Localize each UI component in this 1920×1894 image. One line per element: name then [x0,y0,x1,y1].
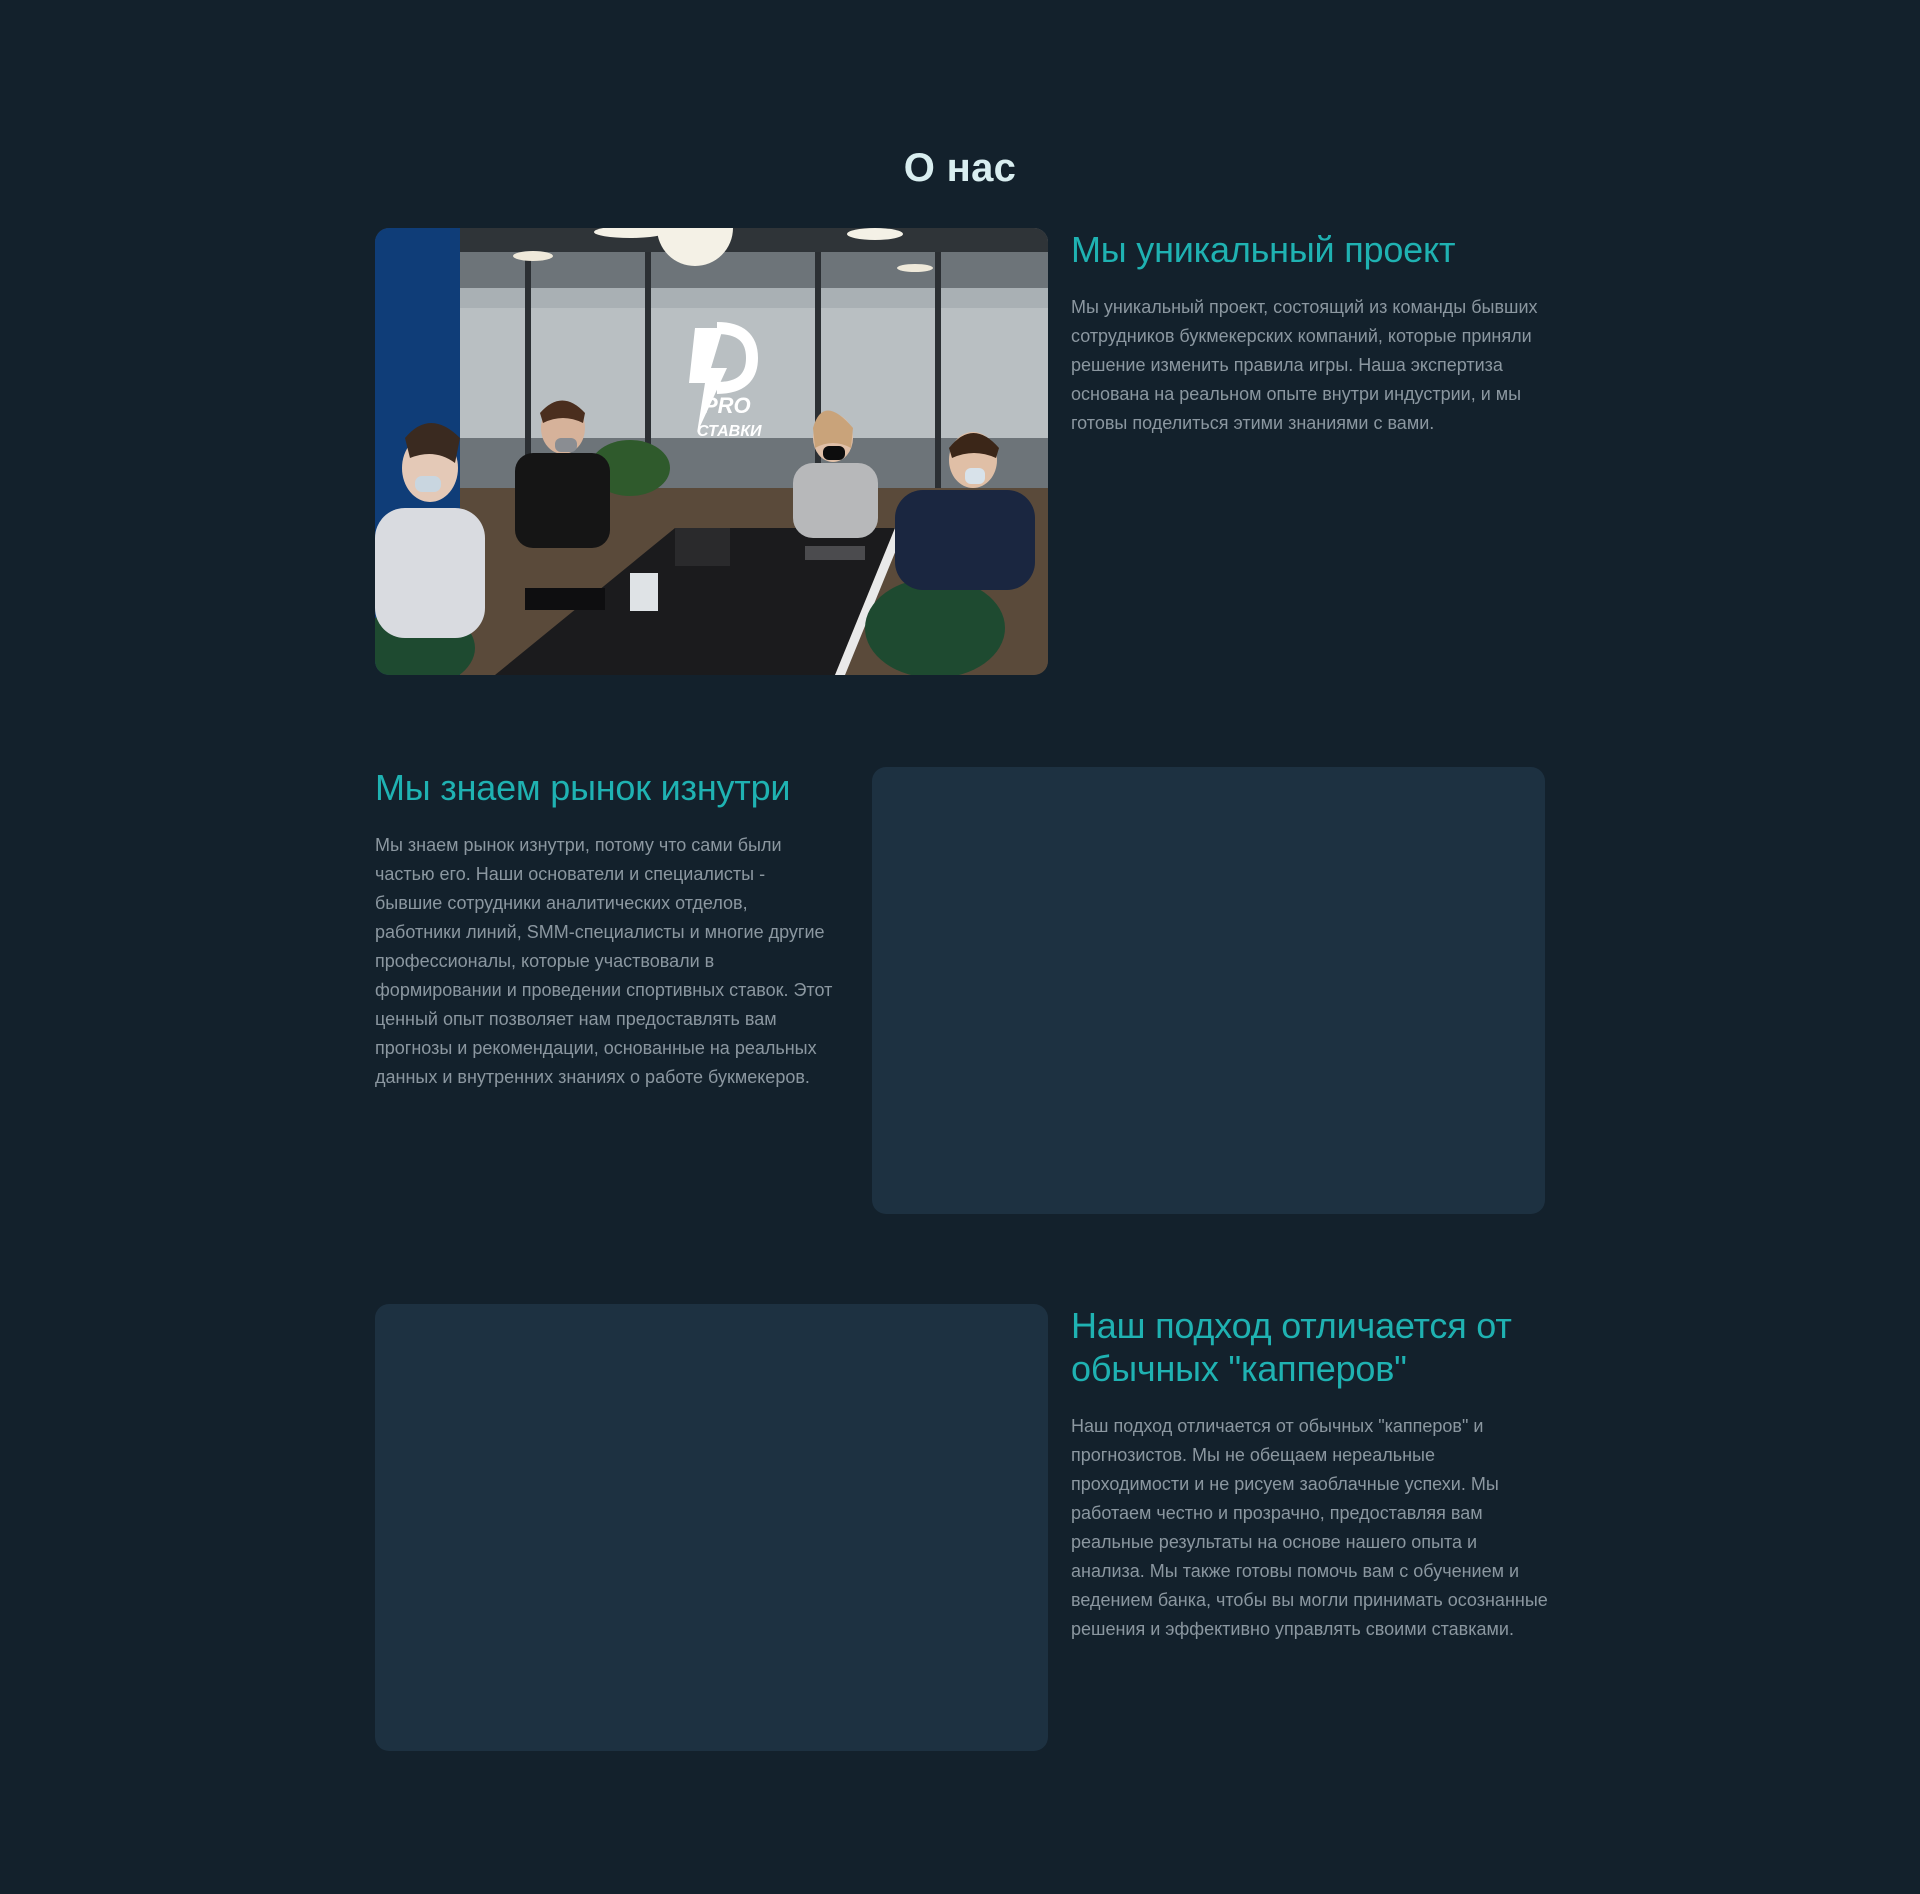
block-heading: Наш подход отличается от обычных "каппер… [1071,1305,1512,1389]
about-page: О нас PRO СТАВКИ Мы уникальный проект Мы… [0,0,1920,1894]
block-heading: Мы знаем рынок изнутри [375,767,791,808]
block-market-inside: Мы знаем рынок изнутри Мы знаем рынок из… [375,766,835,1092]
block-our-approach: Наш подход отличается от обычных "каппер… [1071,1304,1551,1644]
block-text: Наш подход отличается от обычных "каппер… [1071,1416,1548,1639]
block-text: Мы знаем рынок изнутри, потому что сами … [375,835,833,1087]
team-meeting-photo: PRO СТАВКИ [375,228,1048,675]
image-placeholder [872,767,1545,1214]
block-text: Мы уникальный проект, состоящий из коман… [1071,297,1538,433]
block-unique-project: Мы уникальный проект Мы уникальный проек… [1071,228,1541,438]
logo-text-stavki: СТАВКИ [697,423,762,440]
section-title: О нас [903,146,1017,190]
logo-text-pro: PRO [703,393,751,418]
block-heading: Мы уникальный проект [1071,229,1456,270]
image-placeholder [375,1304,1048,1751]
